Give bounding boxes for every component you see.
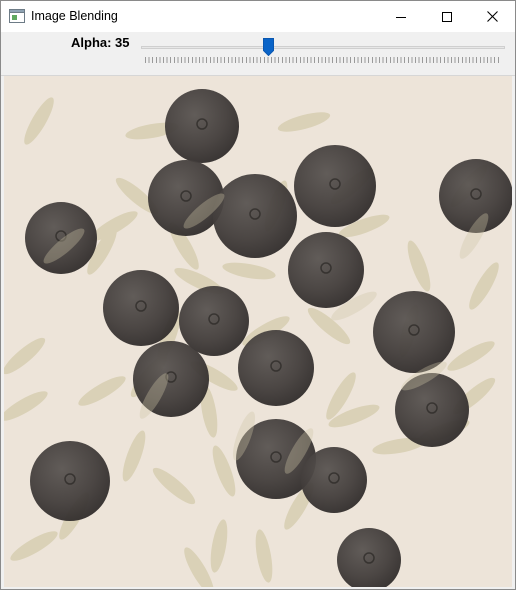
title-bar[interactable]: Image Blending xyxy=(1,1,515,32)
rice-grain xyxy=(222,262,276,280)
rice-grain xyxy=(24,97,54,145)
app-window: Image Blending Alpha: 35 xyxy=(0,0,516,590)
blueberry xyxy=(337,528,401,587)
app-window-icon xyxy=(9,9,25,23)
blueberry xyxy=(213,174,297,258)
rice-grain xyxy=(255,529,273,583)
alpha-slider[interactable] xyxy=(139,36,507,68)
rice-grain xyxy=(210,519,228,573)
maximize-button[interactable] xyxy=(424,1,470,32)
slider-thumb[interactable] xyxy=(262,38,274,57)
rice-grain xyxy=(10,531,58,561)
blueberry xyxy=(288,232,364,308)
rice-grain xyxy=(78,376,126,406)
blended-image xyxy=(4,76,512,587)
minimize-button[interactable] xyxy=(378,1,424,32)
rice-grain xyxy=(277,112,331,132)
blueberry xyxy=(165,89,239,163)
rice-grain xyxy=(4,337,46,375)
blueberry xyxy=(373,291,455,373)
slider-track[interactable] xyxy=(141,46,505,49)
alpha-label: Alpha: 35 xyxy=(71,35,130,50)
blueberry xyxy=(301,447,367,513)
slider-ticks xyxy=(145,57,501,63)
rice-grain xyxy=(152,467,196,505)
blueberry xyxy=(30,441,110,521)
rice-grain xyxy=(122,430,146,482)
rice-grain xyxy=(4,391,48,421)
trackbar-panel: Alpha: 35 xyxy=(1,32,515,76)
close-icon xyxy=(486,11,498,22)
blueberry xyxy=(103,270,179,346)
close-button[interactable] xyxy=(469,1,515,32)
rice-grain xyxy=(469,262,499,310)
window-title: Image Blending xyxy=(31,9,118,23)
minimize-icon xyxy=(396,12,406,22)
blueberry xyxy=(179,286,249,356)
blueberry xyxy=(238,330,314,406)
maximize-icon xyxy=(442,11,452,22)
blueberry xyxy=(294,145,376,227)
blueberry xyxy=(25,202,97,274)
rice-grain xyxy=(407,240,431,292)
